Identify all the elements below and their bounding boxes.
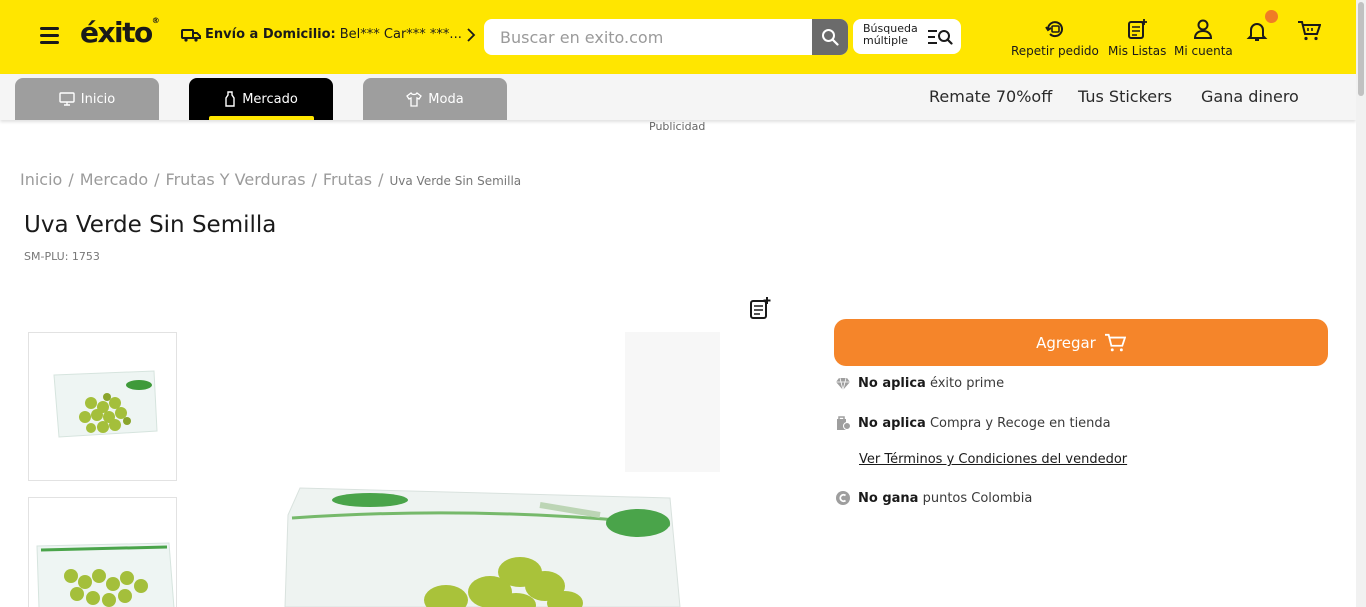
breadcrumb-item-frutas[interactable]: Frutas [323, 170, 372, 189]
prime-label: éxito prime [929, 376, 1005, 391]
breadcrumb-item-frutas-y-verduras[interactable]: Frutas Y Verduras [166, 170, 306, 189]
diamond-icon [836, 377, 850, 390]
user-icon [1194, 19, 1213, 39]
repeat-order-label: Repetir pedido [1011, 44, 1099, 58]
points-colombia-icon [836, 491, 850, 505]
list-search-icon [928, 30, 953, 45]
category-tabs-bar: Inicio Mercado Moda Remate 70%off Tus St… [0, 74, 1356, 120]
delivery-label: Envío a Domicilio: [205, 27, 336, 42]
tab-mercado[interactable]: Mercado [189, 78, 333, 120]
repeat-order-button[interactable]: Repetir pedido [1011, 18, 1099, 58]
add-to-cart-label: Agregar [1036, 333, 1096, 352]
list-add-icon [750, 297, 771, 319]
my-account-button[interactable]: Mi cuenta [1174, 18, 1233, 58]
cart-icon [1104, 333, 1126, 351]
promo-link-gana-dinero[interactable]: Gana dinero [1201, 87, 1299, 106]
bottle-icon [225, 91, 235, 107]
multi-search-button[interactable]: Búsqueda múltiple [853, 19, 961, 54]
points-label: puntos Colombia [922, 490, 1033, 506]
search-box [484, 19, 848, 55]
ad-label: Publicidad [649, 120, 706, 133]
store-pickup-icon [837, 416, 851, 430]
breadcrumb-item-inicio[interactable]: Inicio [20, 170, 62, 189]
pickup-info: No aplica Compra y Recoge en tienda [835, 415, 1111, 431]
search-input[interactable] [484, 19, 796, 55]
cart-button[interactable] [1297, 20, 1321, 46]
my-lists-button[interactable]: Mis Listas [1108, 18, 1166, 58]
delivery-address: Bel*** Car*** ***... [339, 27, 462, 42]
tab-inicio[interactable]: Inicio [15, 78, 159, 120]
my-lists-label: Mis Listas [1108, 44, 1167, 58]
tab-label: Inicio [80, 91, 116, 107]
main-product-image[interactable] [240, 320, 760, 607]
product-thumbnail-2[interactable] [28, 497, 177, 607]
top-header: éxito® Envío a Domicilio: Bel*** Car*** … [0, 0, 1356, 74]
tab-label: Moda [428, 91, 464, 107]
breadcrumb: Inicio / Mercado / Frutas Y Verduras / Frutas /… [20, 170, 522, 189]
breadcrumb-current: Uva Verde Sin Semilla [389, 174, 522, 188]
chevron-right-icon [467, 27, 476, 42]
points-info: No gana puntos Colombia [835, 490, 1032, 506]
promo-link-stickers[interactable]: Tus Stickers [1078, 87, 1172, 106]
tab-label: Mercado [242, 91, 298, 107]
list-add-icon [1128, 19, 1148, 39]
my-account-label: Mi cuenta [1174, 44, 1233, 58]
shirt-icon [406, 91, 423, 107]
menu-icon[interactable] [40, 27, 59, 44]
seller-terms-link[interactable]: Ver Términos y Condiciones del vendedor [859, 452, 1127, 467]
monitor-icon [59, 92, 75, 106]
delivery-selector[interactable]: Envío a Domicilio: Bel*** Car*** ***... [181, 27, 476, 42]
pickup-status: No aplica [858, 415, 926, 431]
scrollbar-thumb[interactable] [1358, 2, 1364, 96]
add-to-cart-button[interactable]: Agregar [834, 319, 1328, 366]
grapes-bag-image [284, 332, 720, 607]
prime-info: No aplica éxito prime [835, 376, 1004, 391]
product-title: Uva Verde Sin Semilla [24, 212, 277, 238]
pickup-label: Compra y Recoge en tienda [929, 415, 1111, 431]
product-thumbnail-1[interactable] [28, 332, 177, 481]
grapes-bag-image [36, 542, 175, 607]
active-tab-indicator [209, 116, 314, 120]
notification-badge [1265, 10, 1278, 23]
breadcrumb-item-mercado[interactable]: Mercado [80, 170, 148, 189]
points-status: No gana [858, 490, 919, 506]
bell-icon [1246, 23, 1268, 41]
prime-status: No aplica [858, 376, 926, 391]
cart-icon [1298, 21, 1321, 41]
search-icon [822, 29, 839, 46]
exito-logo[interactable]: éxito® [80, 16, 160, 49]
grapes-bag-image [53, 370, 158, 438]
product-sku: SM-PLU: 1753 [24, 250, 100, 263]
repeat-order-icon [1045, 21, 1063, 38]
tab-moda[interactable]: Moda [363, 78, 507, 120]
promo-link-remate[interactable]: Remate 70%off [929, 87, 1052, 106]
search-button[interactable] [812, 19, 848, 55]
truck-icon [181, 28, 201, 42]
notifications-button[interactable] [1246, 20, 1268, 46]
